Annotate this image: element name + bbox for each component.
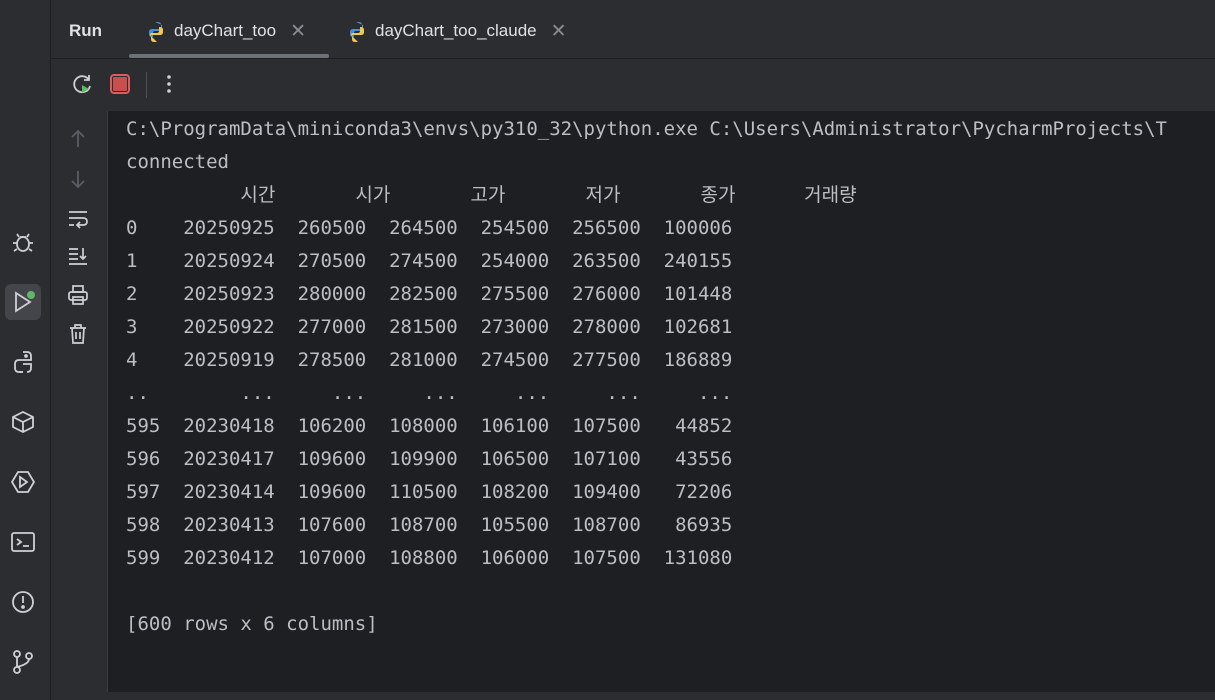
active-tab-indicator: [129, 54, 329, 58]
table-row: 599 20230412 107000 108800 106000 107500…: [126, 547, 733, 569]
bottom-edge: [51, 692, 1215, 700]
table-row-ellipsis: .. ... ... ... ... ... ...: [126, 382, 733, 404]
services-icon[interactable]: [5, 464, 41, 500]
python-packages-icon[interactable]: [5, 404, 41, 440]
table-row: 595 20230418 106200 108000 106100 107500…: [126, 415, 733, 437]
clear-icon[interactable]: [65, 321, 91, 347]
python-file-icon: [350, 22, 364, 42]
git-icon[interactable]: [5, 644, 41, 680]
table-header: 시간 시가 고가 저가 종가 거래량: [126, 184, 857, 206]
tab-label: dayChart_too_claude: [375, 21, 537, 40]
table-row: 1 20250924 270500 274500 254000 263500 2…: [126, 250, 733, 272]
more-icon[interactable]: [156, 71, 182, 97]
python-file-icon: [149, 22, 163, 42]
run-toolbar: [51, 59, 1215, 111]
scroll-down-icon[interactable]: [65, 166, 91, 192]
table-row: 3 20250922 277000 281500 273000 278000 1…: [126, 316, 733, 338]
left-tool-strip: [0, 0, 51, 700]
bug-icon[interactable]: [5, 224, 41, 260]
stop-icon[interactable]: [107, 71, 133, 97]
console-output[interactable]: C:\ProgramData\miniconda3\envs\py310_32\…: [108, 111, 1215, 692]
toolbar-separator: [146, 72, 147, 98]
tool-window-title: Run: [69, 21, 103, 40]
close-icon[interactable]: ✕: [551, 20, 567, 43]
scroll-to-end-icon[interactable]: [65, 243, 91, 269]
console-side-toolbar: [51, 111, 108, 700]
table-row: 0 20250925 260500 264500 254500 256500 1…: [126, 217, 733, 239]
run-tool-window: Run dayChart_too ✕ dayChart_too_claude ✕: [51, 0, 1215, 700]
table-row: 597 20230414 109600 110500 108200 109400…: [126, 481, 733, 503]
python-console-icon[interactable]: [5, 344, 41, 380]
run-icon[interactable]: [5, 284, 41, 320]
command-line: C:\ProgramData\miniconda3\envs\py310_32\…: [126, 118, 1167, 140]
tab-daychart-too[interactable]: dayChart_too ✕: [145, 14, 306, 48]
terminal-icon[interactable]: [5, 524, 41, 560]
tab-label: dayChart_too: [174, 21, 277, 40]
table-row: 598 20230413 107600 108700 105500 108700…: [126, 514, 733, 536]
status-line: connected: [126, 151, 229, 173]
close-icon[interactable]: ✕: [290, 20, 306, 43]
table-summary: [600 rows x 6 columns]: [126, 613, 378, 635]
table-row: 2 20250923 280000 282500 275500 276000 1…: [126, 283, 733, 305]
table-row: 4 20250919 278500 281000 274500 277500 1…: [126, 349, 733, 371]
problems-icon[interactable]: [5, 584, 41, 620]
scroll-up-icon[interactable]: [65, 126, 91, 152]
table-row: 596 20230417 109600 109900 106500 107100…: [126, 448, 733, 470]
tab-daychart-too-claude[interactable]: dayChart_too_claude ✕: [346, 14, 567, 48]
rerun-icon[interactable]: [69, 71, 95, 97]
soft-wrap-icon[interactable]: [65, 205, 91, 231]
print-icon[interactable]: [65, 282, 91, 308]
tab-bar: Run dayChart_too ✕ dayChart_too_claude ✕: [51, 0, 1215, 59]
